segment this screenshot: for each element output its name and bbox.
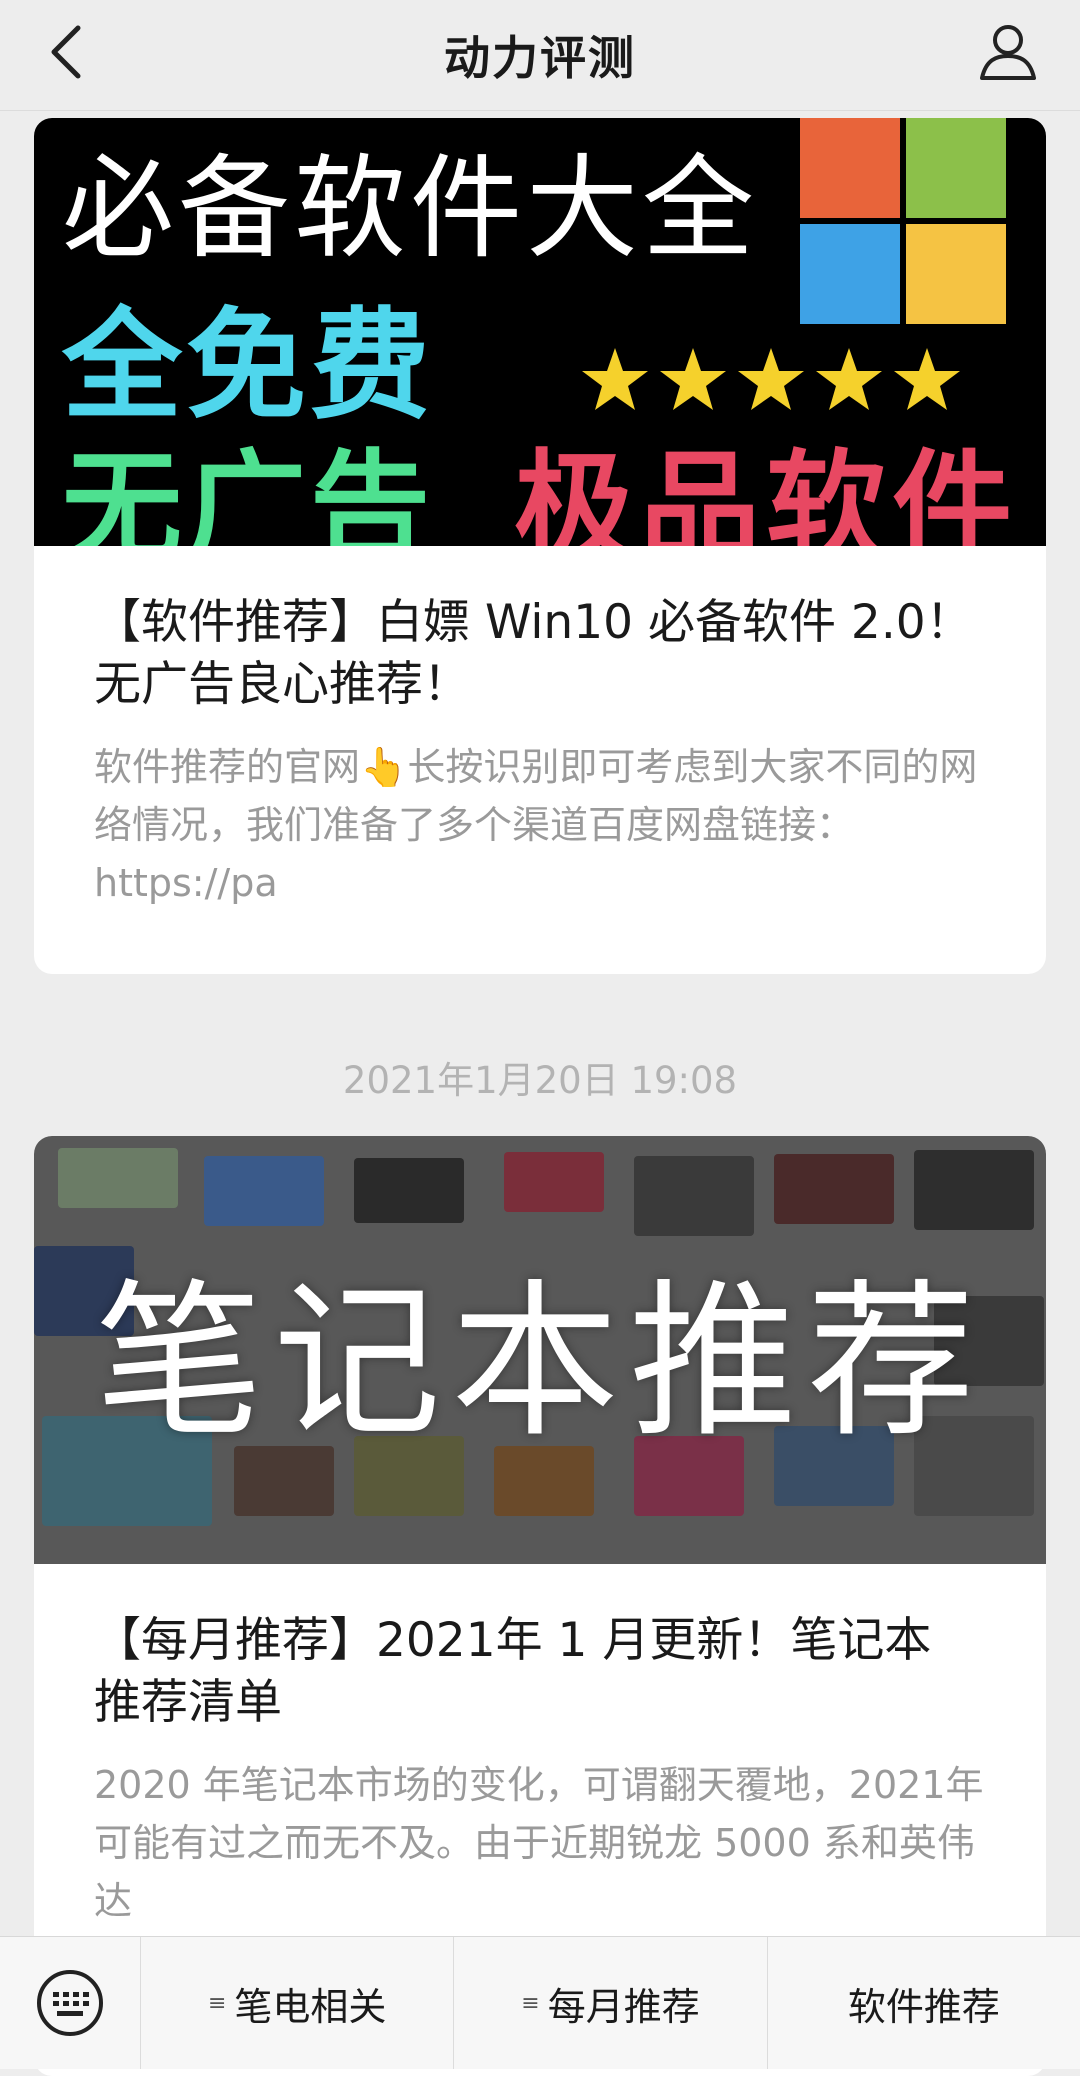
article-banner: 必备软件大全 全免费 无广告 极品软件 bbox=[34, 118, 1046, 546]
article-card[interactable]: 笔记本推荐 【每月推荐】2021年 1 月更新！笔记本 推荐清单 2020 年笔… bbox=[34, 1136, 1046, 2076]
user-icon[interactable] bbox=[976, 20, 1040, 84]
post-timestamp: 2021年1月20日 19:08 bbox=[342, 1059, 738, 1102]
menu-item-label: 软件推荐 bbox=[847, 1984, 1000, 2029]
article-banner: 笔记本推荐 bbox=[34, 1136, 1046, 1564]
submenu-icon: ≡ bbox=[207, 1990, 227, 2016]
top-bar: 动力评测 bbox=[0, 0, 1080, 111]
banner-text: 笔记本推荐 bbox=[95, 1264, 985, 1460]
menu-item-label: 每月推荐 bbox=[547, 1984, 700, 2029]
menu-item-laptop[interactable]: ≡ 笔电相关 bbox=[141, 1937, 455, 2069]
article-card[interactable]: 必备软件大全 全免费 无广告 极品软件 【软件推荐】白嫖 Win10 必备软件 … bbox=[34, 118, 1046, 974]
article-summary: 2020 年笔记本市场的变化，可谓翻天覆地，2021年可能有过之而无不及。由于近… bbox=[94, 1763, 984, 1923]
keyboard-toggle-button[interactable] bbox=[0, 1937, 141, 2069]
menu-item-monthly[interactable]: ≡ 每月推荐 bbox=[454, 1937, 768, 2069]
banner-text: 必备软件大全 bbox=[62, 144, 758, 274]
page-title: 动力评测 bbox=[444, 31, 636, 85]
windows-logo-icon bbox=[800, 118, 1010, 328]
keyboard-icon bbox=[37, 1970, 103, 2036]
submenu-icon: ≡ bbox=[521, 1990, 540, 2016]
article-summary: 软件推荐的官网👆长按识别即可考虑到大家不同的网络情况，我们准备了多个渠道百度网盘… bbox=[94, 745, 978, 905]
back-icon[interactable] bbox=[40, 22, 100, 82]
article-title[interactable]: 【每月推荐】2021年 1 月更新！笔记本 推荐清单 bbox=[94, 1610, 986, 1734]
menu-item-label: 笔电相关 bbox=[234, 1984, 387, 2029]
banner-text: 无广告 bbox=[62, 439, 434, 546]
article-title[interactable]: 【软件推荐】白嫖 Win10 必备软件 2.0！无广告良心推荐！ bbox=[94, 592, 986, 716]
menu-item-software[interactable]: 软件推荐 bbox=[768, 1937, 1080, 2069]
five-stars-icon bbox=[582, 348, 960, 410]
bottom-menu-bar: ≡ 笔电相关 ≡ 每月推荐 软件推荐 bbox=[0, 1936, 1080, 2069]
banner-text: 极品软件 bbox=[514, 439, 1018, 546]
